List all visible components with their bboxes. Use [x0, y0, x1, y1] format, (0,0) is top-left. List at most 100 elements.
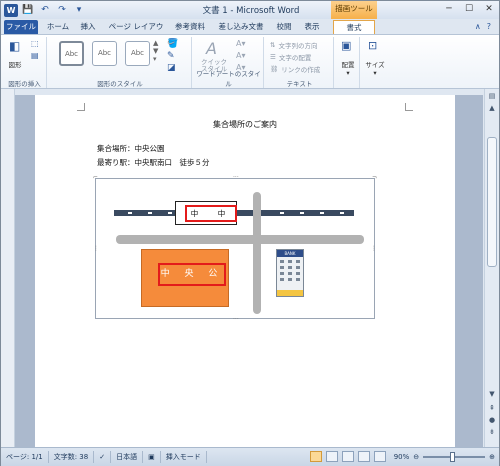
resize-handle-left[interactable]: ⋮ [93, 245, 99, 252]
resize-handle-bottom[interactable]: ··· [233, 316, 239, 323]
resize-handle-tl[interactable]: ⌐ [93, 174, 98, 181]
map-drawing-canvas[interactable]: ⌐ ··· ¬ ⋮ ⋮ ··· 中 中 中 央 公 BANK [93, 174, 377, 323]
help-icon[interactable]: ? [487, 22, 491, 31]
size-icon[interactable]: ⊡ [368, 39, 377, 52]
print-layout-view-icon[interactable] [309, 451, 322, 462]
tab-mailings[interactable]: 差し込み文書 [215, 20, 267, 34]
ribbon: ◧ 図形 ⬚ ▤ 図形の挿入 Abc Abc Abc ▲ ▼ ▾ 🪣 ✎ ◪ 図形の… [1, 34, 499, 89]
ribbon-tabs: ファイル ホーム 挿入 ページ レイアウト 参考資料 差し込み文書 校閲 表示 … [1, 19, 499, 45]
text-align-button[interactable]: ☰ 文字の配置 [270, 51, 311, 62]
document-heading: 集合場所のご案内 [213, 120, 277, 129]
quick-style-icon[interactable]: A [206, 39, 217, 58]
word-app-icon[interactable]: W [4, 3, 18, 17]
road-horizontal[interactable] [116, 235, 364, 244]
bank-building-icon[interactable]: BANK [276, 249, 304, 297]
scroll-down-icon[interactable]: ▼ [486, 389, 498, 400]
document-area: 集合場所のご案内 集合場所：中央公園 最寄り駅：中央駅南口 徒歩５分 ⌐ ···… [15, 95, 483, 447]
tab-insert[interactable]: 挿入 [77, 20, 99, 34]
tab-home[interactable]: ホーム [43, 20, 73, 34]
shape-outline-icon[interactable]: ✎ [167, 51, 175, 61]
text-box-icon[interactable]: ▤ [31, 51, 39, 60]
text-outline-icon[interactable]: A▾ [236, 51, 246, 60]
proofing-icon[interactable]: ✓ [94, 451, 112, 463]
shape-fill-icon[interactable]: 🪣 [167, 39, 178, 49]
tab-review[interactable]: 校閲 [273, 20, 295, 34]
zoom-level[interactable]: 90% [394, 453, 410, 461]
quick-access-toolbar: W 💾 ↶ ↷ ▾ [4, 3, 86, 17]
wordart-group-label: ワードアートのスタイル [196, 70, 261, 88]
tab-page-layout[interactable]: ページ レイアウト [105, 20, 167, 45]
gallery-scroll-icon[interactable]: ▲ ▼ ▾ [153, 39, 158, 63]
zoom-in-icon[interactable]: ⊕ [489, 453, 495, 461]
next-page-icon[interactable]: ⇟ [486, 427, 498, 438]
road-vertical[interactable] [253, 192, 261, 314]
browse-object-icon[interactable]: ● [486, 415, 498, 426]
shape-styles-group: Abc Abc Abc ▲ ▼ ▾ 🪣 ✎ ◪ 図形のスタイル [49, 37, 192, 88]
arrange-icon[interactable]: ▣ [341, 39, 351, 52]
bank-base [277, 290, 303, 296]
nearest-station-line: 最寄り駅：中央駅南口 徒歩５分 [97, 158, 210, 167]
shape-styles-group-label: 図形のスタイル [97, 80, 143, 88]
redo-icon[interactable]: ↷ [55, 4, 69, 17]
zoom-out-icon[interactable]: ⊖ [413, 453, 419, 461]
tab-format[interactable]: 書式 [333, 20, 375, 34]
full-screen-view-icon[interactable] [325, 451, 338, 462]
bank-windows [280, 260, 300, 281]
draft-view-icon[interactable] [373, 451, 386, 462]
shape-style-1[interactable]: Abc [59, 41, 84, 66]
size-group: ⊡ サイズ ▾ [362, 37, 388, 88]
outline-view-icon[interactable] [357, 451, 370, 462]
shapes-icon[interactable]: ◧ [9, 39, 20, 53]
maximize-icon[interactable]: ☐ [463, 3, 475, 15]
size-dropdown-icon[interactable]: ▾ [362, 69, 388, 77]
shape-effects-icon[interactable]: ◪ [167, 63, 176, 73]
word-window: W 💾 ↶ ↷ ▾ 文書 1 - Microsoft Word 描画ツール ─ … [0, 0, 500, 466]
web-layout-view-icon[interactable] [341, 451, 354, 462]
save-icon[interactable]: 💾 [21, 4, 35, 17]
scroll-thumb[interactable] [487, 137, 497, 267]
vertical-ruler [1, 89, 15, 447]
drawing-tools-header: 描画ツール [331, 1, 377, 19]
language[interactable]: 日本語 [111, 451, 144, 463]
shape-style-2[interactable]: Abc [92, 41, 117, 66]
resize-handle-right[interactable]: ⋮ [371, 245, 377, 252]
create-link-button[interactable]: ⛓ リンクの作成 [270, 63, 320, 74]
previous-page-icon[interactable]: ⇞ [486, 403, 498, 414]
size-label: サイズ [365, 61, 385, 69]
margin-corner-tl [77, 103, 85, 111]
undo-icon[interactable]: ↶ [38, 4, 52, 17]
ribbon-minimize-icon[interactable]: ∧ [475, 22, 481, 31]
shape-style-3[interactable]: Abc [125, 41, 150, 66]
text-direction-button[interactable]: ⇅ 文字列の方向 [270, 39, 317, 50]
tab-references[interactable]: 参考資料 [173, 20, 207, 34]
text-fill-icon[interactable]: A▾ [236, 39, 246, 48]
insert-mode[interactable]: 挿入モード [161, 451, 207, 463]
customize-qat-icon[interactable]: ▾ [72, 4, 86, 17]
bank-sign: BANK [277, 250, 303, 257]
edit-shape-icon[interactable]: ⬚ [31, 39, 39, 48]
window-title: 文書 1 - Microsoft Word [202, 6, 300, 16]
wordart-group: A クイック スタイル A▾ A▾ A▾ ワードアートのスタイル [194, 37, 264, 88]
station-text-box[interactable]: 中 中 [185, 205, 237, 222]
scroll-up-icon[interactable]: ▲ [486, 103, 498, 114]
meeting-place-line: 集合場所：中央公園 [97, 144, 165, 153]
zoom-knob[interactable] [450, 451, 456, 462]
minimize-icon[interactable]: ─ [443, 3, 455, 15]
page-count[interactable]: ページ: 1/1 [1, 451, 49, 463]
ruler-toggle-icon[interactable]: ▤ [486, 91, 498, 102]
text-group-label: テキスト [286, 80, 313, 88]
zoom-slider[interactable] [423, 451, 486, 462]
status-bar: ページ: 1/1 文字数: 38 ✓ 日本語 ▣ 挿入モード 90% ⊖ ⊕ [1, 447, 499, 466]
arrange-dropdown-icon[interactable]: ▾ [336, 69, 360, 77]
vertical-scrollbar[interactable]: ▤ ▲ ▼ ⇞ ● ⇟ [484, 89, 499, 447]
park-text-box[interactable]: 中 央 公 [158, 263, 226, 286]
tab-view[interactable]: 表示 [301, 20, 323, 34]
close-icon[interactable]: ✕ [483, 3, 495, 15]
document-page[interactable]: 集合場所のご案内 集合場所：中央公園 最寄り駅：中央駅南口 徒歩５分 ⌐ ···… [35, 95, 455, 447]
resize-handle-tr[interactable]: ¬ [372, 174, 377, 181]
tab-file[interactable]: ファイル [4, 20, 38, 34]
shapes-label: 図形 [8, 61, 22, 69]
resize-handle-top[interactable]: ··· [233, 174, 239, 181]
macro-icon[interactable]: ▣ [143, 451, 161, 463]
word-count[interactable]: 文字数: 38 [49, 451, 95, 463]
